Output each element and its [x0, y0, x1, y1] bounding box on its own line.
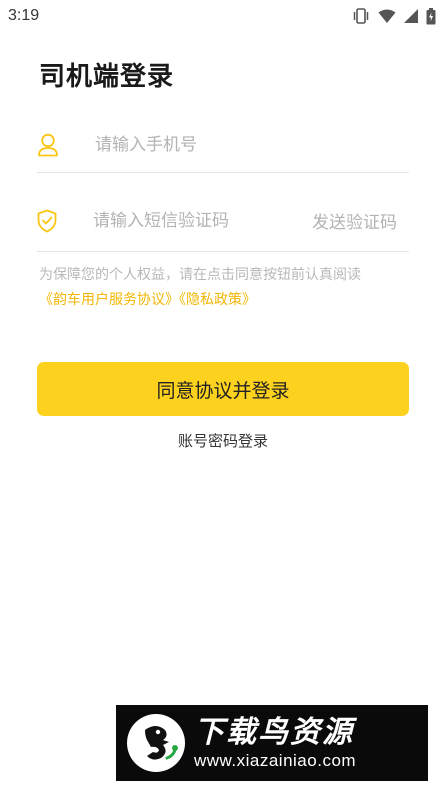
agreement-notice: 为保障您的个人权益，请在点击同意按钮前认真阅读 《韵车用户服务协议》《隐私政策》	[39, 264, 399, 311]
watermark-text: 下载鸟资源 www.xiazainiao.com	[194, 715, 356, 771]
agreement-text: 为保障您的个人权益，请在点击同意按钮前认真阅读	[39, 267, 361, 283]
phone-input-row	[37, 118, 409, 173]
phone-input[interactable]	[95, 135, 409, 155]
service-agreement-link[interactable]: 《韵车用户服务协议》	[39, 292, 179, 308]
page-title: 司机端登录	[39, 62, 175, 92]
login-screen: 3:19 司机端登录 请输入手机号 请输入短信验证码 发送验证码 为保障您的个人…	[0, 0, 446, 792]
battery-icon	[426, 7, 436, 25]
code-input-row: 发送验证码	[37, 190, 409, 252]
watermark-banner: 下载鸟资源 www.xiazainiao.com	[116, 705, 428, 781]
wifi-icon	[378, 9, 396, 24]
shield-check-icon	[37, 209, 57, 233]
privacy-policy-link[interactable]: 《隐私政策》	[179, 292, 256, 308]
user-icon	[37, 133, 59, 157]
agree-and-login-button[interactable]: 同意协议并登录	[37, 362, 409, 416]
password-login-link[interactable]: 账号密码登录	[0, 430, 446, 451]
vibrate-icon	[352, 8, 370, 24]
watermark-title: 下载鸟资源	[194, 715, 354, 750]
send-code-button[interactable]: 发送验证码	[312, 208, 397, 233]
status-time: 3:19	[8, 7, 40, 24]
bird-logo-icon	[124, 711, 188, 775]
watermark-url: www.xiazainiao.com	[194, 751, 357, 770]
sms-code-input[interactable]	[93, 210, 312, 231]
status-icons	[352, 7, 436, 25]
agreement-links: 《韵车用户服务协议》《隐私政策》	[39, 289, 399, 311]
signal-icon	[404, 9, 418, 23]
status-bar: 3:19	[0, 0, 446, 32]
